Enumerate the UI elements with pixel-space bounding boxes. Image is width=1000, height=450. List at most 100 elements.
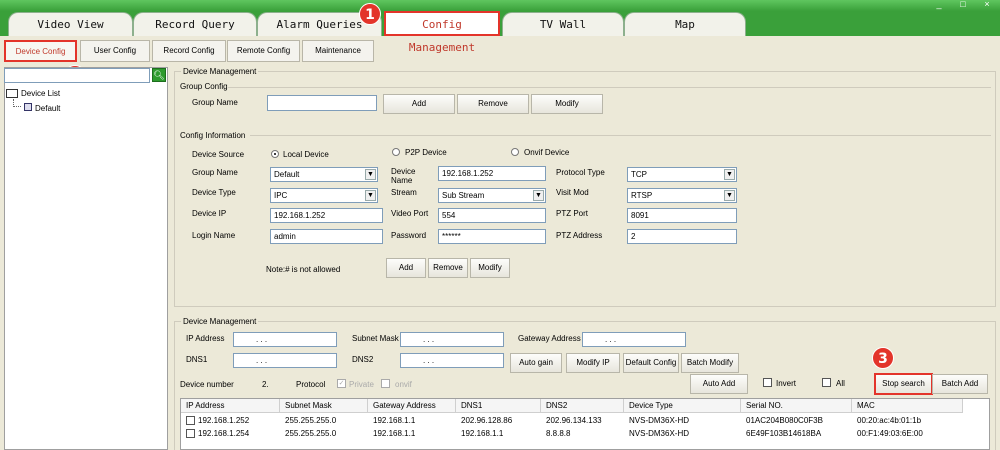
invert-checkbox[interactable] [763,378,772,387]
gateway-address-input[interactable]: . . . [582,332,686,347]
column-header-gateway-address[interactable]: Gateway Address [368,399,456,413]
note-text: Note:# is not allowed [266,265,341,274]
table-cell: 202.96.128.86 [461,416,513,425]
window-controls: _ □ × [934,0,992,10]
p2p-device-label: P2P Device [405,148,447,157]
auto-add-button[interactable]: Auto Add [690,374,748,394]
column-header-serial-no[interactable]: Serial NO. [741,399,852,413]
column-header-device-type[interactable]: Device Type [624,399,741,413]
auto-gain-button[interactable]: Auto gain [510,353,562,373]
stop-search-button[interactable]: Stop search [874,373,933,395]
tree-child-label[interactable]: Default [35,104,60,113]
tab-record-query[interactable]: Record Query [133,12,257,36]
tab-config-management[interactable]: Config Management [384,11,500,54]
tree-connector [13,106,21,107]
dns1-input[interactable]: . . . [233,353,337,368]
protocol-type-select[interactable]: TCP ▼ [627,167,737,182]
group-name-select[interactable]: Default ▼ [270,167,378,182]
password-input[interactable]: ****** [438,229,546,244]
subtab-device-config[interactable]: Device Config [4,40,77,62]
group-name-input[interactable] [267,95,377,111]
column-header-dns1[interactable]: DNS1 [456,399,541,413]
ptz-address-input[interactable]: 2 [627,229,737,244]
stream-select[interactable]: Sub Stream ▼ [438,188,546,203]
table-cell: NVS-DM36X-HD [629,429,690,438]
modify-ip-button[interactable]: Modify IP [566,353,620,373]
device-modify-button[interactable]: Modify [470,258,510,278]
table-cell: 192.168.1.1 [373,429,416,438]
default-config-button[interactable]: Default Config [623,353,679,373]
subnet-mask-label: Subnet Mask [352,334,399,343]
group-name-value: Default [274,170,300,179]
tree-root-label[interactable]: Device List [21,89,60,98]
device-type-label: Device Type [192,188,236,197]
minimize-icon[interactable]: _ [934,0,944,10]
dropdown-arrow-icon: ▼ [533,190,544,201]
tab-video-view[interactable]: Video View [8,12,133,36]
tab-tv-wall[interactable]: TV Wall [502,12,624,36]
device-number-value: 2. [262,380,269,389]
tab-map[interactable]: Map [624,12,746,36]
tree-search-input[interactable] [4,68,150,83]
subtab-record-config[interactable]: Record Config [152,40,226,62]
ip-address-input[interactable]: . . . [233,332,337,347]
device-type-value: IPC [274,191,288,200]
group-config-legend: Group Config [180,82,228,91]
group-modify-button[interactable]: Modify [531,94,603,114]
dropdown-arrow-icon: ▼ [724,190,735,201]
device-number-label: Device number [180,380,234,389]
column-header-dns2[interactable]: DNS2 [541,399,624,413]
device-ip-input[interactable]: 192.168.1.252 [270,208,383,223]
subtab-user-config[interactable]: User Config [80,40,150,62]
device-ip-label: Device IP [192,209,227,218]
table-cell: 255.255.255.0 [285,416,337,425]
subtab-remote-config[interactable]: Remote Config [227,40,300,62]
login-name-input[interactable]: admin [270,229,383,244]
device-name-input[interactable]: 192.168.1.252 [438,166,546,181]
column-header-ip-address[interactable]: IP Address [181,399,280,413]
dropdown-arrow-icon: ▼ [365,169,376,180]
batch-modify-ip-button[interactable]: Batch Modify IP [681,353,739,385]
column-header-subnet-mask[interactable]: Subnet Mask [280,399,368,413]
onvif-device-label: Onvif Device [524,148,570,157]
visit-mod-select[interactable]: RTSP ▼ [627,188,737,203]
divider [228,87,991,88]
device-add-button[interactable]: Add [386,258,426,278]
private-label: Private [349,380,374,389]
onvif-checkbox[interactable] [381,379,390,388]
local-device-label: Local Device [283,150,329,159]
table-cell: NVS-DM36X-HD [629,416,690,425]
video-port-input[interactable]: 554 [438,208,546,223]
device-management-legend: Device Management [183,67,257,76]
invert-label: Invert [776,379,797,388]
config-information-legend: Config Information [180,131,246,140]
dns1-label: DNS1 [186,355,208,364]
subnet-mask-input[interactable]: . . . [400,332,504,347]
device-type-select[interactable]: IPC ▼ [270,188,378,203]
protocol-type-label: Protocol Type [556,168,605,177]
ptz-address-label: PTZ Address [556,231,603,240]
search-icon[interactable]: 🔍︎ [152,68,166,82]
group-add-button[interactable]: Add [383,94,455,114]
subtab-maintenance[interactable]: Maintenance [302,40,374,62]
dns2-label: DNS2 [352,355,374,364]
visit-mod-value: RTSP [631,191,653,200]
dns2-input[interactable]: . . . [400,353,504,368]
protocol-label: Protocol [296,380,326,389]
onvif-label: onvif [395,380,412,389]
p2p-device-radio[interactable] [392,148,400,156]
batch-add-button[interactable]: Batch Add [932,374,988,394]
device-search-table: IP Address Subnet Mask Gateway Address D… [180,398,990,450]
device-remove-button[interactable]: Remove [428,258,468,278]
group-remove-button[interactable]: Remove [457,94,529,114]
local-device-radio[interactable] [271,150,279,158]
maximize-icon[interactable]: □ [958,0,968,10]
all-checkbox[interactable] [822,378,831,387]
close-icon[interactable]: × [982,0,992,10]
table-cell: 192.168.1.1 [461,429,504,438]
ptz-port-input[interactable]: 8091 [627,208,737,223]
column-header-mac[interactable]: MAC [852,399,963,413]
onvif-device-radio[interactable] [511,148,519,156]
private-checkbox[interactable]: ✓ [337,379,346,388]
title-stripe [0,0,1000,11]
